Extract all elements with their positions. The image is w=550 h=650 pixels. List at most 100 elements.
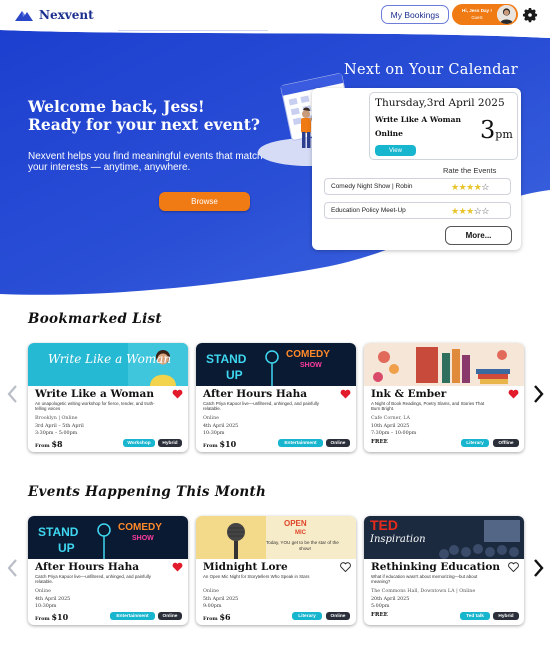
rating-row: Comedy Night Show | Robin ★★★★☆ bbox=[324, 178, 511, 195]
event-image: STAND UP COMEDY SHOW bbox=[196, 343, 356, 386]
bookmarked-title: Bookmarked List bbox=[28, 311, 162, 327]
event-card[interactable]: OPEN MIC Today, YOU get to be the star o… bbox=[196, 516, 356, 625]
user-greeting: Hi, Jess Day ! bbox=[462, 8, 492, 13]
calendar-title: Next on Your Calendar bbox=[344, 62, 518, 78]
avatar[interactable] bbox=[497, 5, 516, 24]
event-price: From $8 bbox=[35, 439, 63, 449]
event-description: A Night of Book Readings, Poetry Slams, … bbox=[371, 401, 485, 412]
heart-outline-icon[interactable] bbox=[340, 562, 351, 572]
next-event-time: 3pm bbox=[480, 117, 513, 148]
heart-icon[interactable] bbox=[172, 389, 183, 399]
event-image-text: OPEN bbox=[284, 519, 307, 528]
event-location: Cafe Corner, LA bbox=[371, 416, 410, 421]
chevron-right-icon[interactable] bbox=[533, 384, 545, 404]
star-filled-icon[interactable]: ★ bbox=[466, 182, 474, 192]
event-description: Catch Priya Kapoor live—unfiltered, unhi… bbox=[35, 574, 151, 585]
nav-divider bbox=[118, 30, 268, 31]
mode-badge: Hybrid bbox=[493, 612, 519, 620]
event-price-value: $8 bbox=[51, 439, 63, 449]
star-empty-icon[interactable]: ☆ bbox=[481, 206, 489, 216]
my-bookings-button[interactable]: My Bookings bbox=[381, 5, 449, 24]
event-title: Write Like a Woman bbox=[35, 388, 154, 400]
rating-event-name: Comedy Night Show | Robin bbox=[331, 183, 413, 190]
event-price-value: $10 bbox=[51, 612, 69, 622]
next-event-date: Thursday,3rd April 2025 bbox=[375, 97, 505, 109]
category-badge: Literary bbox=[461, 439, 489, 447]
gear-icon[interactable] bbox=[521, 6, 539, 24]
star-filled-icon[interactable]: ★ bbox=[451, 206, 459, 216]
next-event-mode: Online bbox=[375, 129, 403, 138]
star-rating[interactable]: ★★★★☆ bbox=[451, 181, 489, 193]
rating-row: Education Policy Meet-Up ★★★☆☆ bbox=[324, 202, 511, 219]
event-price: From $6 bbox=[203, 612, 231, 622]
event-time: 5:00pm bbox=[371, 604, 390, 609]
brand-name: Nexvent bbox=[39, 8, 94, 22]
category-badge: Literary bbox=[292, 612, 322, 620]
event-price: From $10 bbox=[203, 439, 236, 449]
event-price-value: $6 bbox=[219, 612, 231, 622]
event-location: Online bbox=[203, 589, 220, 594]
event-card[interactable]: STAND UP COMEDY SHOW After Hours Haha Ca… bbox=[196, 343, 356, 452]
heart-outline-icon[interactable] bbox=[508, 562, 519, 572]
event-image-text: Today, YOU get to be the star of the bbox=[266, 540, 339, 545]
view-button[interactable]: View bbox=[375, 145, 416, 156]
event-description: Catch Priya Kapoor live—unfiltered, unhi… bbox=[203, 401, 319, 412]
category-badge: Entertainment bbox=[278, 439, 323, 447]
rating-event-name: Education Policy Meet-Up bbox=[331, 207, 406, 214]
category-badge: Entertainment bbox=[110, 612, 155, 620]
event-time: 7:30pm – 10:00pm bbox=[371, 431, 417, 436]
event-price: From $10 bbox=[35, 612, 68, 622]
event-date: 4th April 2025 bbox=[35, 597, 71, 602]
category-badge: Ted talk bbox=[460, 612, 490, 620]
user-menu[interactable]: Hi, Jess Day ! Guest bbox=[452, 4, 518, 25]
event-image-text: COMEDY bbox=[286, 349, 330, 360]
heart-icon[interactable] bbox=[340, 389, 351, 399]
event-image-text: STAND bbox=[38, 525, 79, 539]
star-filled-icon[interactable]: ★ bbox=[451, 182, 459, 192]
rate-events-title: Rate the Events bbox=[443, 166, 497, 175]
event-price-prefix: From bbox=[203, 443, 218, 449]
more-button[interactable]: More... bbox=[445, 226, 512, 245]
user-avatar-icon bbox=[497, 5, 516, 24]
event-image: STAND UP COMEDY SHOW bbox=[28, 516, 188, 559]
next-event-card: Thursday,3rd April 2025 Write Like A Wom… bbox=[369, 92, 518, 160]
event-date: 20th April 2025 bbox=[371, 597, 410, 602]
category-badge: Workshop bbox=[123, 439, 155, 447]
hero-intro-text: Nexvent helps you find meaningful events… bbox=[28, 151, 263, 173]
event-card[interactable]: Ink & Ember A Night of Book Readings, Po… bbox=[364, 343, 524, 452]
event-title: After Hours Haha bbox=[35, 561, 140, 573]
star-rating[interactable]: ★★★☆☆ bbox=[451, 205, 489, 217]
event-image-text: SHOW bbox=[300, 362, 322, 369]
event-title: Ink & Ember bbox=[371, 388, 447, 400]
event-location: Online bbox=[203, 416, 220, 421]
next-event-name: Write Like A Woman bbox=[375, 115, 461, 124]
event-image-text: UP bbox=[226, 368, 243, 382]
event-image-text: SHOW bbox=[132, 535, 154, 542]
event-price-prefix: From bbox=[35, 616, 50, 622]
event-image-text: show! bbox=[299, 546, 311, 551]
chevron-left-icon[interactable] bbox=[6, 384, 18, 404]
chevron-left-icon[interactable] bbox=[6, 558, 18, 578]
hero-section: Nexvent My Bookings Hi, Jess Day ! Guest… bbox=[0, 0, 550, 300]
event-image-text: Write Like a Woman bbox=[48, 352, 171, 366]
event-date: 5th April 2025 bbox=[203, 597, 239, 602]
event-image-text: Inspiration bbox=[369, 534, 426, 545]
heart-icon[interactable] bbox=[172, 562, 183, 572]
event-price: FREE bbox=[371, 612, 388, 618]
chevron-right-icon[interactable] bbox=[533, 558, 545, 578]
event-card[interactable]: TED Inspiration Rethinking Education Wha… bbox=[364, 516, 524, 625]
star-empty-icon[interactable]: ☆ bbox=[481, 182, 489, 192]
event-location: Brooklyn | Online bbox=[35, 416, 78, 421]
star-filled-icon[interactable]: ★ bbox=[466, 206, 474, 216]
event-date: 4th April 2025 bbox=[203, 424, 239, 429]
event-image-text: COMEDY bbox=[118, 522, 162, 533]
heart-icon[interactable] bbox=[508, 389, 519, 399]
event-time: 10:30pm bbox=[35, 604, 57, 609]
event-image-text: UP bbox=[58, 541, 75, 555]
event-card[interactable]: Write Like a Woman Write Like a Woman An… bbox=[28, 343, 188, 452]
brand-logo[interactable]: Nexvent bbox=[14, 8, 94, 22]
next-event-time-suffix: pm bbox=[495, 128, 513, 141]
event-price-value: FREE bbox=[371, 612, 388, 618]
event-card[interactable]: STAND UP COMEDY SHOW After Hours Haha Ca… bbox=[28, 516, 188, 625]
browse-button[interactable]: Browse bbox=[159, 192, 250, 211]
